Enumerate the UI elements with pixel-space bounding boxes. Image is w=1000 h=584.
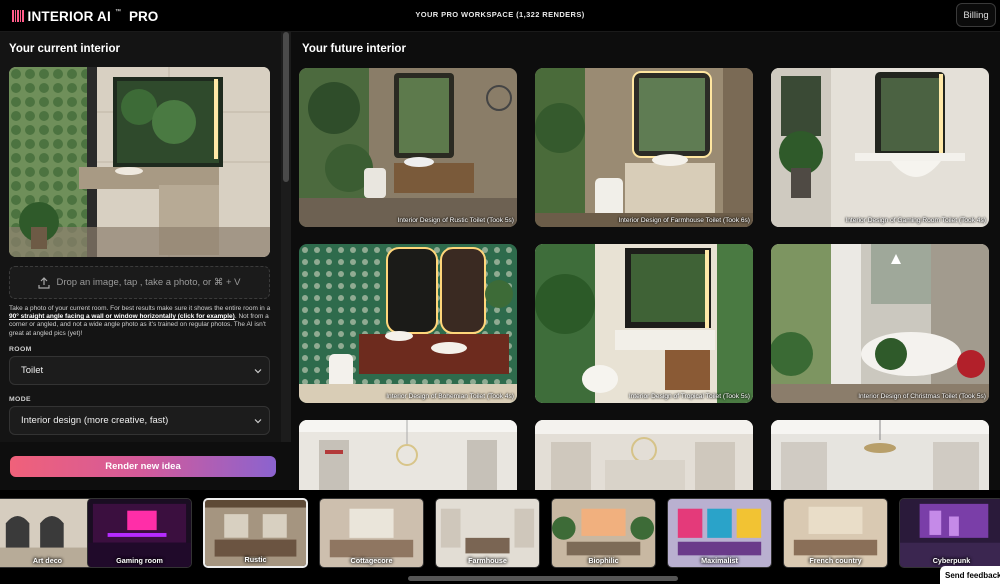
style-label: Cottagecore: [350, 556, 393, 565]
style-label: Farmhouse: [468, 556, 507, 565]
future-interior-title: Your future interior: [302, 43, 406, 55]
mode-label: MODE: [9, 396, 31, 403]
current-interior-photo: [9, 67, 270, 257]
render-card[interactable]: Interior Design of Tropical Toilet (Took…: [535, 244, 753, 403]
style-label: Maximalist: [701, 556, 738, 565]
chevron-down-icon: [254, 419, 262, 424]
current-interior-title: Your current interior: [9, 43, 120, 55]
workspace-status: YOUR PRO WORKSPACE (1,322 RENDERS): [415, 10, 585, 19]
style-option-french-country[interactable]: French country: [783, 498, 888, 568]
left-panel-scrollbar[interactable]: [281, 32, 291, 442]
photo-help-text: Take a photo of your current room. For b…: [9, 305, 271, 338]
mode-select[interactable]: Interior design (more creative, fast): [9, 406, 270, 435]
style-strip-scrollbar[interactable]: [408, 576, 678, 581]
render-card[interactable]: Interior Design of Gaming Room Toilet (T…: [771, 68, 989, 227]
render-card[interactable]: Interior Design of Farmhouse Toilet (Too…: [535, 68, 753, 227]
style-label: Cyberpunk: [932, 556, 971, 565]
chevron-down-icon: [254, 369, 262, 374]
style-option-farmhouse[interactable]: Farmhouse: [435, 498, 540, 568]
style-label: Rustic: [244, 555, 267, 564]
scrollbar-thumb[interactable]: [283, 32, 289, 182]
style-strip: Art deco Gaming room Rustic Cottagecore …: [0, 490, 1000, 584]
help-text-intro: Take a photo of your current room. For b…: [9, 305, 271, 312]
render-button[interactable]: Render new idea: [10, 456, 276, 477]
current-interior-panel: Your current interior Drop an image, tap…: [0, 32, 281, 442]
style-label: Art deco: [32, 556, 63, 565]
example-link[interactable]: 90° straight angle facing a wall or wind…: [9, 313, 235, 320]
style-option-rustic[interactable]: Rustic: [203, 498, 308, 568]
style-option-art-deco[interactable]: Art deco: [0, 498, 100, 568]
upload-icon: [38, 276, 51, 289]
render-bar: Render new idea: [0, 442, 291, 490]
style-option-gaming-room[interactable]: Gaming room: [87, 498, 192, 568]
render-card[interactable]: [535, 420, 753, 490]
room-select-value: Toilet: [21, 365, 44, 376]
style-label: Biophilic: [588, 556, 619, 565]
future-interior-panel: Your future interior Interior Design of …: [291, 32, 1000, 490]
mode-select-value: Interior design (more creative, fast): [21, 415, 169, 426]
billing-button[interactable]: Billing: [956, 3, 996, 27]
room-select[interactable]: Toilet: [9, 356, 270, 385]
style-label: Gaming room: [116, 556, 163, 565]
render-caption: Interior Design of Bohemian Toilet (Took…: [386, 393, 514, 400]
render-card[interactable]: [771, 420, 989, 490]
render-card[interactable]: Interior Design of Christmas Toilet (Too…: [771, 244, 989, 403]
render-caption: Interior Design of Gaming Room Toilet (T…: [845, 217, 986, 224]
style-option-biophilic[interactable]: Biophilic: [551, 498, 656, 568]
room-label: ROOM: [9, 346, 32, 353]
top-bar: INTERIOR AI ™ PRO YOUR PRO WORKSPACE (1,…: [0, 0, 1000, 32]
image-dropzone[interactable]: Drop an image, tap , take a photo, or ⌘ …: [9, 266, 270, 299]
render-card[interactable]: Interior Design of Bohemian Toilet (Took…: [299, 244, 517, 403]
style-option-maximalist[interactable]: Maximalist: [667, 498, 772, 568]
render-caption: Interior Design of Christmas Toilet (Too…: [858, 393, 986, 400]
style-option-cottagecore[interactable]: Cottagecore: [319, 498, 424, 568]
dropzone-text: Drop an image, tap , take a photo, or ⌘ …: [56, 277, 241, 288]
render-card[interactable]: Interior Design of Rustic Toilet (Took 5…: [299, 68, 517, 227]
send-feedback-button[interactable]: Send feedback: [940, 566, 1000, 584]
render-caption: Interior Design of Farmhouse Toilet (Too…: [618, 217, 750, 224]
render-caption: Interior Design of Tropical Toilet (Took…: [628, 393, 750, 400]
style-option-cyberpunk[interactable]: Cyberpunk: [899, 498, 1000, 568]
style-label: French country: [809, 556, 862, 565]
render-card[interactable]: [299, 420, 517, 490]
render-caption: Interior Design of Rustic Toilet (Took 5…: [397, 217, 514, 224]
